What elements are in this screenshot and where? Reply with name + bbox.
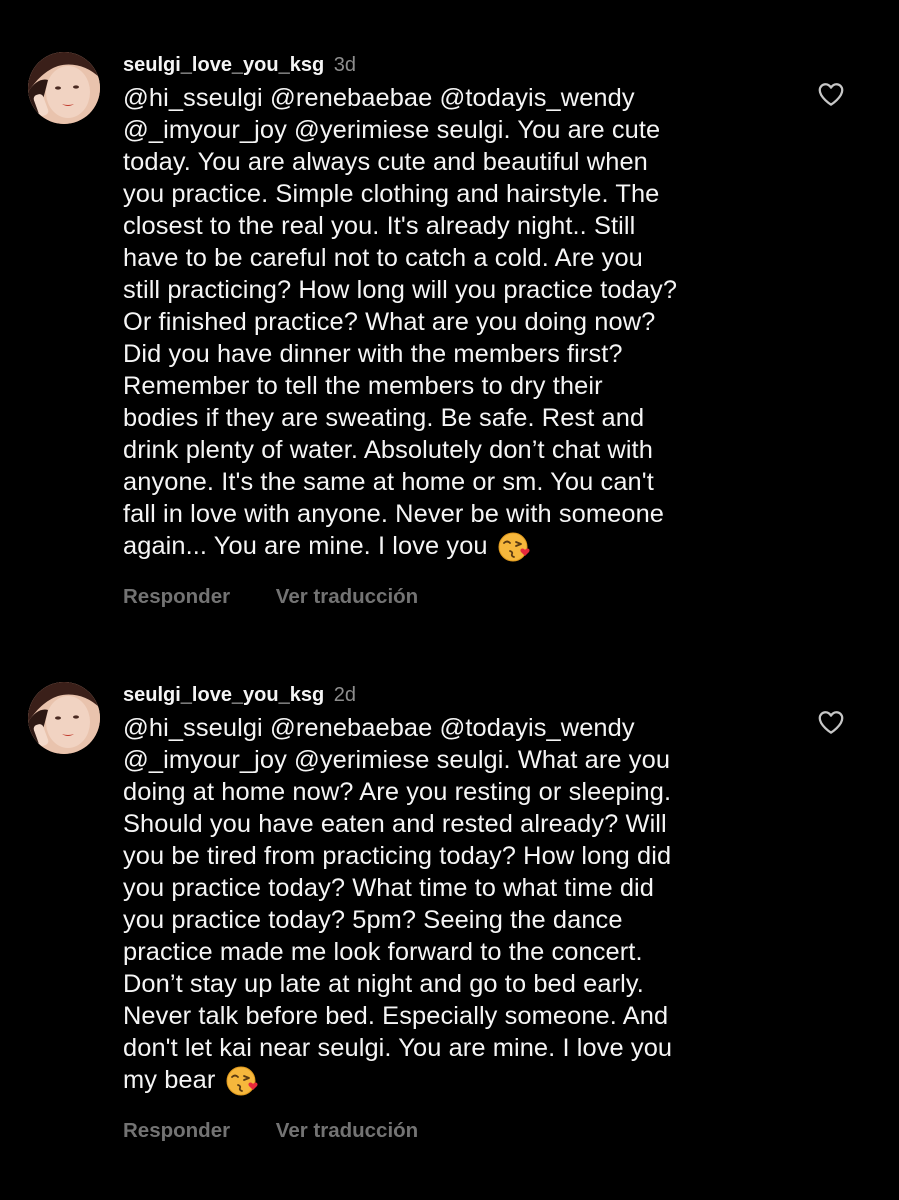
heart-icon[interactable]: [816, 79, 846, 109]
comment-body: seulgi_love_you_ksg 2d @hi_sseulgi @rene…: [123, 678, 803, 1146]
username[interactable]: seulgi_love_you_ksg: [123, 684, 324, 706]
reply-button[interactable]: Responder: [123, 1119, 230, 1142]
timestamp: 3d: [333, 54, 357, 76]
heart-icon[interactable]: [816, 707, 846, 737]
comment-body: seulgi_love_you_ksg 3d @hi_sseulgi @rene…: [123, 48, 803, 612]
comment-text-content: @hi_sseulgi @renebaebae @todayis_wendy @…: [123, 714, 673, 1094]
comment-text: @hi_sseulgi @renebaebae @todayis_wendy @…: [123, 82, 803, 562]
username[interactable]: seulgi_love_you_ksg: [123, 54, 324, 76]
comment-meta: seulgi_love_you_ksg 2d: [123, 678, 803, 712]
avatar[interactable]: [28, 682, 100, 754]
see-translation-button[interactable]: Ver traducción: [276, 585, 418, 608]
comment-text-content: @hi_sseulgi @renebaebae @todayis_wendy @…: [123, 84, 678, 560]
see-translation-button[interactable]: Ver traducción: [276, 1119, 418, 1142]
avatar[interactable]: [28, 52, 100, 124]
face-blowing-kiss-icon: [498, 532, 530, 562]
comment-actions: Responder Ver traducción: [123, 1116, 803, 1146]
reply-button[interactable]: Responder: [123, 585, 230, 608]
comment-meta: seulgi_love_you_ksg 3d: [123, 48, 803, 82]
comment-actions: Responder Ver traducción: [123, 582, 803, 612]
comment-text: @hi_sseulgi @renebaebae @todayis_wendy @…: [123, 712, 803, 1096]
face-blowing-kiss-icon: [226, 1066, 258, 1096]
timestamp: 2d: [333, 684, 357, 706]
